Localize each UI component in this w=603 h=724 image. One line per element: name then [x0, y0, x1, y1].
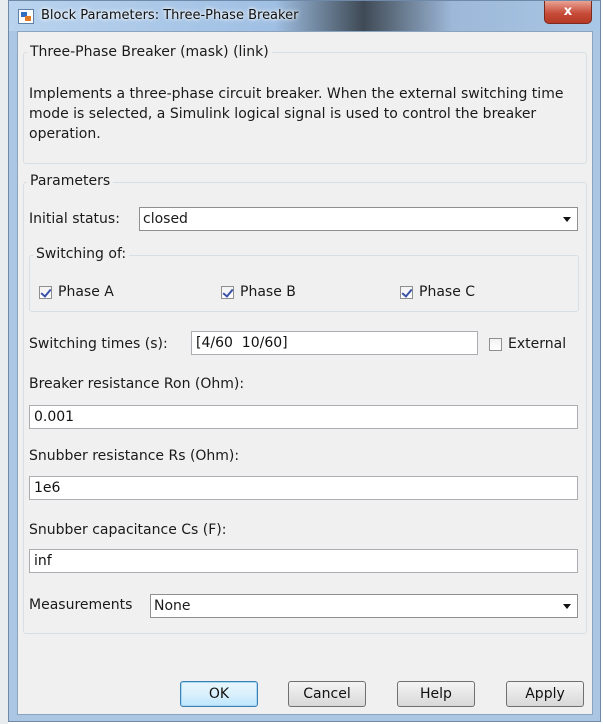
rs-input[interactable] [29, 476, 578, 500]
window-title: Block Parameters: Three-Phase Breaker [41, 8, 299, 23]
measurements-dropdown[interactable]: None [150, 594, 578, 618]
block-parameters-dialog: Block Parameters: Three-Phase Breaker x … [8, 0, 601, 722]
simulink-block-icon [18, 9, 34, 24]
close-button[interactable]: x [544, 1, 592, 24]
phase-b-checkbox[interactable] [221, 286, 234, 299]
cs-input[interactable] [29, 549, 578, 573]
apply-button[interactable]: Apply [506, 681, 584, 707]
mask-description: Implements a three-phase circuit breaker… [29, 86, 564, 142]
rs-label: Snubber resistance Rs (Ohm): [29, 448, 240, 464]
chevron-down-icon [563, 217, 571, 222]
initial-status-label: Initial status: [29, 211, 120, 227]
initial-status-value: closed [143, 211, 188, 227]
cancel-button[interactable]: Cancel [288, 681, 366, 707]
phase-b-label: Phase B [240, 284, 296, 300]
initial-status-dropdown[interactable]: closed [139, 207, 578, 231]
ron-label: Breaker resistance Ron (Ohm): [29, 376, 245, 392]
cs-label: Snubber capacitance Cs (F): [29, 522, 227, 538]
phase-a-label: Phase A [58, 284, 114, 300]
switching-of-header: Switching of: [33, 246, 130, 262]
external-checkbox[interactable] [489, 338, 502, 351]
ron-input[interactable] [29, 405, 578, 429]
parameters-header: Parameters [27, 173, 114, 189]
phase-c-label: Phase C [419, 284, 476, 300]
background-strip [0, 0, 8, 724]
phase-a-checkbox[interactable] [39, 286, 52, 299]
phase-c-checkbox[interactable] [400, 286, 413, 299]
chevron-down-icon [563, 604, 571, 609]
dialog-client-area: Three-Phase Breaker (mask) (link) Implem… [17, 31, 593, 715]
help-button[interactable]: Help [397, 681, 475, 707]
mask-header: Three-Phase Breaker (mask) (link) [27, 44, 272, 60]
external-label: External [508, 336, 567, 352]
switching-times-label: Switching times (s): [29, 336, 168, 352]
switching-times-input[interactable] [191, 331, 478, 355]
measurements-value: None [154, 598, 191, 614]
title-bar[interactable]: Block Parameters: Three-Phase Breaker x [9, 1, 600, 31]
measurements-label: Measurements [29, 597, 133, 613]
ok-button[interactable]: OK [180, 681, 258, 707]
